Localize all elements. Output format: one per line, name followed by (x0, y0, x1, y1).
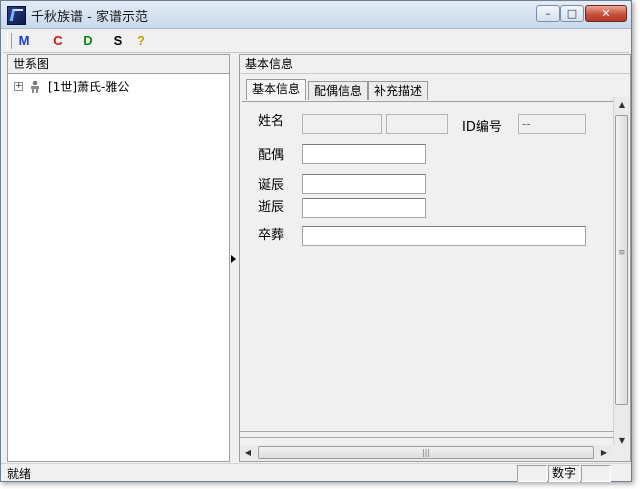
spouse-field[interactable] (302, 144, 426, 164)
close-button[interactable]: ✕ (585, 5, 627, 22)
splitter-arrow-icon[interactable] (231, 255, 236, 263)
spouse-label: 配偶 (258, 148, 285, 163)
maximize-button[interactable]: □ (560, 5, 584, 22)
toolbar-m-button[interactable]: M (13, 32, 35, 50)
toolbar-c-button[interactable]: C (47, 32, 69, 50)
death-field[interactable] (302, 198, 426, 218)
status-cell-empty (517, 465, 547, 482)
basic-info-pane: 基本信息 基本信息 配偶信息 补充描述 姓名 ID编号 -- 配偶 诞辰 逝辰 … (239, 54, 631, 462)
lineage-tree-header: 世系图 (8, 55, 229, 74)
content-divider (240, 431, 614, 432)
tree-expand-icon[interactable]: + (14, 82, 23, 91)
id-label: ID编号 (462, 120, 502, 135)
scroll-right-icon[interactable]: ▶ (596, 445, 612, 461)
vertical-scroll-thumb[interactable] (615, 115, 628, 405)
tab-spouse-info[interactable]: 配偶信息 (308, 81, 369, 100)
main-window: 千秋族谱 - 家谱示范 – □ ✕ M C D S ? 世系图 + [1世]萧氏… (0, 0, 632, 482)
vertical-scrollbar[interactable]: ▲ ▼ (613, 97, 630, 449)
given-name-field[interactable] (386, 114, 448, 134)
basic-info-form: 姓名 ID编号 -- 配偶 诞辰 逝辰 卒葬 (242, 101, 614, 434)
tree-node-label[interactable]: [1世]萧氏-雅公 (48, 79, 129, 95)
name-label: 姓名 (258, 114, 285, 129)
person-icon (31, 80, 39, 93)
status-text: 就绪 (7, 467, 32, 481)
minimize-button[interactable]: – (536, 5, 560, 22)
scroll-corner (614, 445, 630, 461)
toolbar-grip[interactable] (7, 33, 12, 49)
tab-basic-info[interactable]: 基本信息 (246, 79, 307, 100)
birth-label: 诞辰 (258, 178, 285, 193)
toolbar: M C D S ? (3, 30, 629, 53)
help-icon[interactable]: ? (130, 32, 152, 50)
horizontal-scroll-thumb[interactable]: ||| (258, 446, 594, 459)
window-title: 千秋族谱 - 家谱示范 (31, 10, 148, 25)
content-divider-lower (240, 437, 614, 438)
title-bar[interactable]: 千秋族谱 - 家谱示范 – □ ✕ (1, 1, 631, 29)
lineage-tree-pane: 世系图 + [1世]萧氏-雅公 (7, 54, 230, 462)
status-bar: 就绪 数字 (1, 463, 631, 482)
burial-field[interactable] (302, 226, 586, 246)
toolbar-d-button[interactable]: D (77, 32, 99, 50)
death-label: 逝辰 (258, 200, 285, 215)
app-logo-icon (7, 6, 26, 25)
id-field[interactable]: -- (518, 114, 586, 134)
scroll-left-icon[interactable]: ◀ (240, 445, 256, 461)
scroll-up-icon[interactable]: ▲ (614, 97, 630, 113)
horizontal-scrollbar[interactable]: ◀ ||| ▶ (240, 445, 614, 461)
birth-field[interactable] (302, 174, 426, 194)
status-cell-extra (581, 465, 611, 482)
toolbar-s-button[interactable]: S (107, 32, 129, 50)
basic-info-header: 基本信息 (240, 55, 630, 74)
tab-supplement[interactable]: 补充描述 (368, 81, 429, 100)
burial-label: 卒葬 (258, 228, 285, 243)
surname-field[interactable] (302, 114, 382, 134)
num-lock-indicator: 数字 (548, 465, 580, 482)
